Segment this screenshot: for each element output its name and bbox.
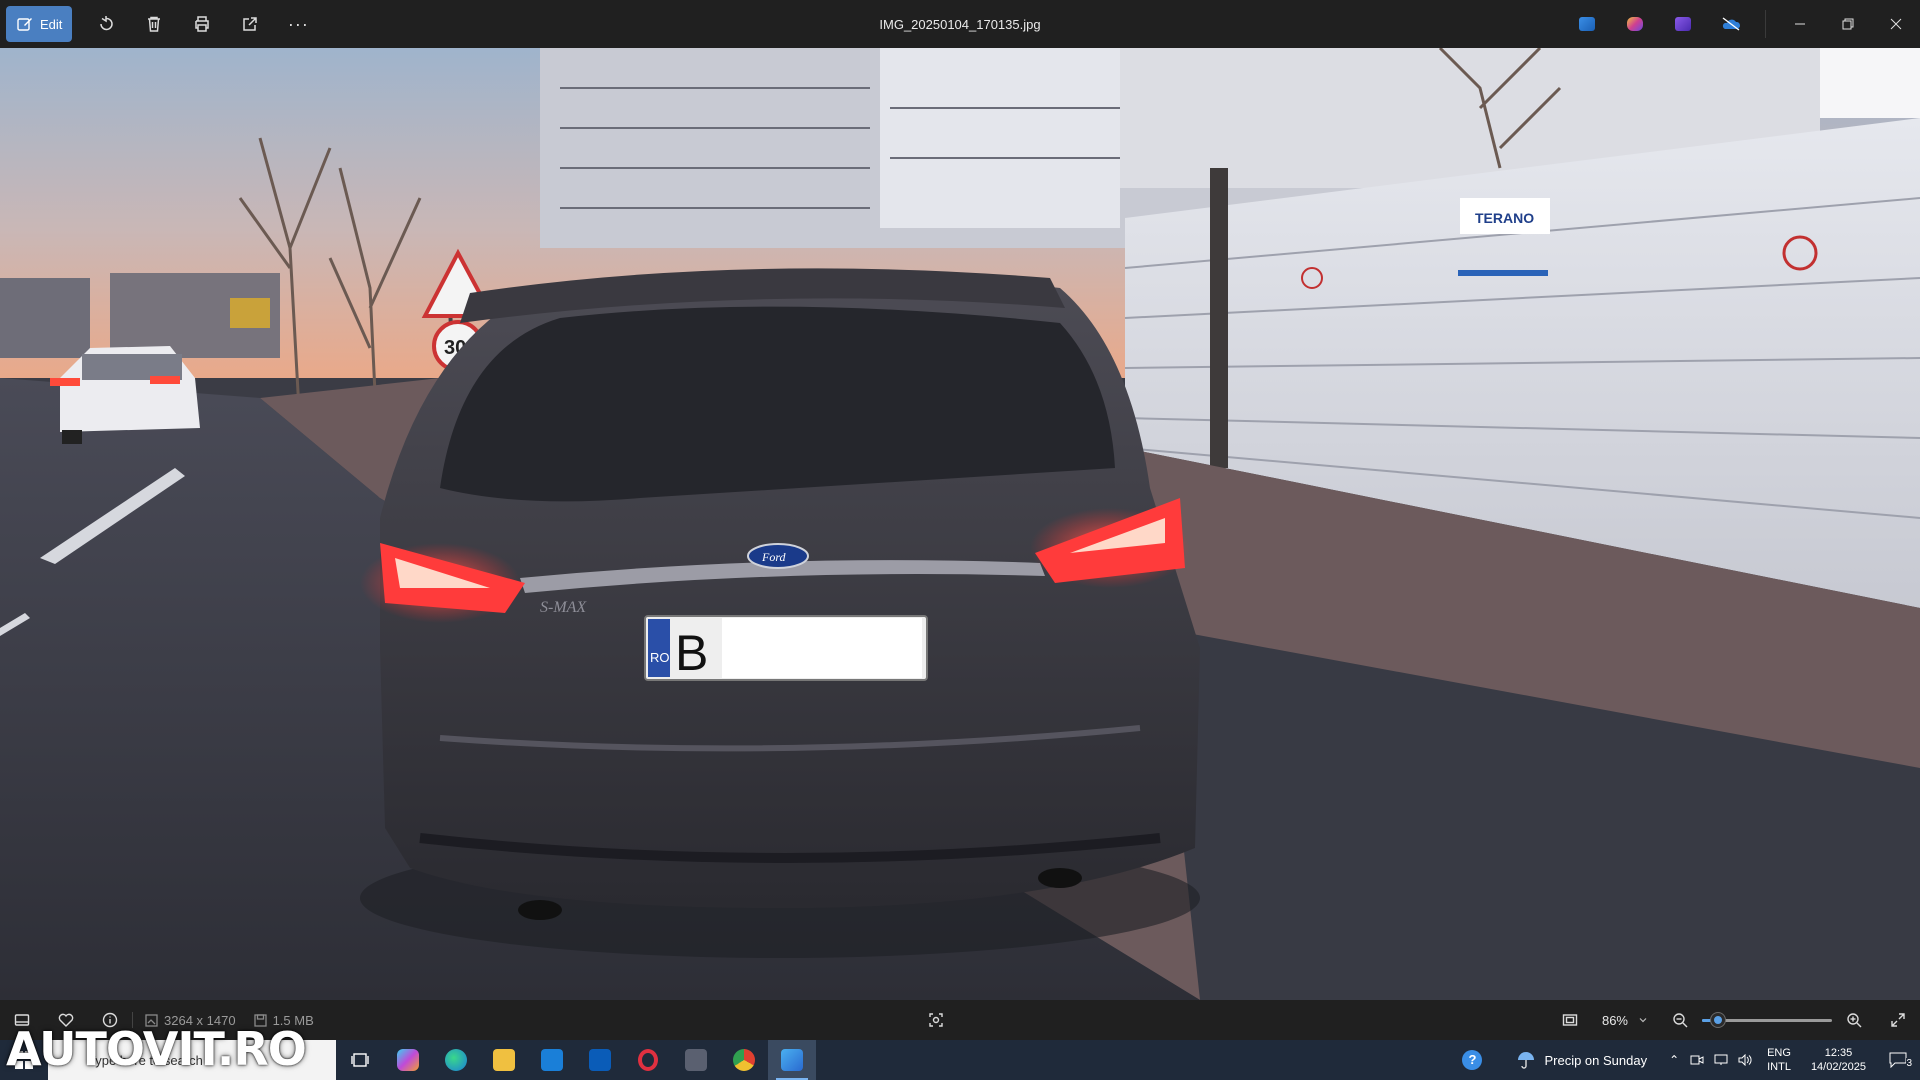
zoom-slider[interactable]: [1702, 1010, 1832, 1030]
copilot-icon: [1627, 17, 1643, 31]
rotate-icon: [100, 16, 114, 31]
close-icon: [1890, 18, 1902, 30]
ford-s-max: Ford S-MAX RO B: [360, 268, 1200, 958]
zoom-slider-thumb[interactable]: [1710, 1013, 1725, 1027]
photo-image: TERANO 30 Ford S-MAX RO B: [0, 48, 1920, 1000]
clipchamp-icon: [1675, 17, 1691, 31]
edge-icon: [445, 1049, 467, 1071]
share-icon: [243, 17, 258, 31]
speaker-icon: [1738, 1054, 1752, 1066]
taskbar-calculator[interactable]: [672, 1040, 720, 1080]
delete-icon: [148, 16, 161, 32]
zoom-value: 86%: [1601, 1012, 1628, 1028]
zoom-in-icon: [1847, 1013, 1862, 1028]
restore-icon: [1842, 18, 1854, 30]
zoom-out-button[interactable]: [1658, 1000, 1702, 1040]
more-button[interactable]: ···: [274, 0, 322, 48]
designer-icon: [1579, 17, 1595, 31]
model-badge-text: S-MAX: [540, 599, 587, 616]
copilot-icon: [397, 1049, 419, 1071]
copilot-button[interactable]: [1611, 0, 1659, 48]
taskbar-outlook[interactable]: [576, 1040, 624, 1080]
share-button[interactable]: [226, 0, 274, 48]
edit-icon: [17, 18, 32, 31]
crop-select-button[interactable]: [914, 1000, 958, 1040]
help-tray-button[interactable]: ?: [1448, 1040, 1496, 1080]
delete-button[interactable]: [130, 0, 178, 48]
designer-button[interactable]: [1563, 0, 1611, 48]
plate-country: RO: [650, 650, 670, 665]
meet-now-icon[interactable]: [1685, 1054, 1709, 1066]
network-icon[interactable]: [1709, 1054, 1733, 1066]
network-wired-icon: [1714, 1054, 1728, 1065]
minimize-icon: [1795, 23, 1805, 25]
close-button[interactable]: [1872, 0, 1920, 48]
chevron-down-icon: [1639, 1018, 1647, 1023]
fit-window-icon: [1562, 1014, 1578, 1026]
weather-widget[interactable]: Precip on Sunday: [1516, 1050, 1647, 1070]
taskbar-edge[interactable]: [432, 1040, 480, 1080]
notification-icon: [1889, 1052, 1907, 1068]
fence-sign-text: TERANO: [1475, 210, 1534, 226]
task-view-button[interactable]: [336, 1040, 384, 1080]
restore-button[interactable]: [1824, 0, 1872, 48]
outlook-icon: [541, 1049, 563, 1071]
autovit-watermark: AUTOVIT.RO: [6, 1022, 307, 1076]
help-icon: ?: [1462, 1050, 1483, 1070]
taskbar-chrome[interactable]: [720, 1040, 768, 1080]
fit-window-button[interactable]: [1548, 1000, 1592, 1040]
chrome-icon: [733, 1049, 755, 1071]
calculator-icon: [685, 1049, 707, 1071]
title-bar: Edit ··· IMG_20250104_170135.jpg: [0, 0, 1920, 48]
title-bar-right: [1563, 0, 1920, 48]
onedrive-button[interactable]: [1707, 0, 1755, 48]
taskbar-file-explorer[interactable]: [480, 1040, 528, 1080]
zoom-out-icon: [1673, 1013, 1688, 1028]
zoom-in-button[interactable]: [1832, 1000, 1876, 1040]
language-bottom: INTL: [1767, 1061, 1791, 1073]
opera-icon: [638, 1049, 658, 1071]
print-icon: [195, 16, 210, 32]
language-indicator[interactable]: ENG INTL: [1767, 1046, 1791, 1074]
ford-badge-text: Ford: [761, 550, 787, 564]
edit-button[interactable]: Edit: [6, 6, 73, 42]
zoom-dropdown[interactable]: 86%: [1592, 1005, 1658, 1035]
more-icon: ···: [287, 13, 309, 34]
photo-canvas[interactable]: TERANO 30 Ford S-MAX RO B: [0, 48, 1920, 1000]
volume-icon[interactable]: [1733, 1054, 1757, 1066]
clipchamp-button[interactable]: [1659, 0, 1707, 48]
edit-button-label: Edit: [40, 16, 63, 32]
clock-date: 14/02/2025: [1810, 1061, 1866, 1073]
background-buildings: [0, 273, 280, 358]
umbrella-icon: [1518, 1052, 1535, 1069]
focus-icon: [929, 1013, 943, 1027]
print-button[interactable]: [178, 0, 226, 48]
weather-text: Precip on Sunday: [1544, 1052, 1648, 1068]
title-separator: [1765, 10, 1766, 38]
fullscreen-button[interactable]: [1876, 1000, 1920, 1040]
notification-count: 3: [1906, 1058, 1912, 1069]
language-top: ENG: [1767, 1047, 1791, 1059]
camera-icon: [1690, 1055, 1704, 1065]
tray-overflow-chevron[interactable]: ⌃: [1663, 1053, 1685, 1067]
task-view-icon: [351, 1053, 369, 1067]
taskbar-outlook-new[interactable]: [528, 1040, 576, 1080]
system-tray: ? Precip on Sunday ⌃ ENG INTL 12:35 14/0…: [1448, 1040, 1920, 1080]
taskbar-photos[interactable]: [768, 1040, 816, 1080]
zoom-controls: 86%: [1548, 1000, 1920, 1040]
rotate-button[interactable]: [82, 0, 130, 48]
command-bar: Edit ···: [0, 0, 322, 48]
fullscreen-icon: [1891, 1013, 1905, 1027]
photos-icon: [781, 1049, 803, 1071]
clock[interactable]: 12:35 14/02/2025: [1811, 1046, 1866, 1074]
plate-prefix: B: [675, 625, 708, 681]
taskbar-copilot[interactable]: [384, 1040, 432, 1080]
outlook-classic-icon: [589, 1049, 611, 1071]
notification-center-button[interactable]: 3: [1876, 1052, 1920, 1069]
taskbar-opera[interactable]: [624, 1040, 672, 1080]
clock-time: 12:35: [1824, 1047, 1853, 1059]
onedrive-off-icon: [1722, 17, 1741, 31]
folder-icon: [493, 1049, 515, 1071]
minimize-button[interactable]: [1776, 0, 1824, 48]
